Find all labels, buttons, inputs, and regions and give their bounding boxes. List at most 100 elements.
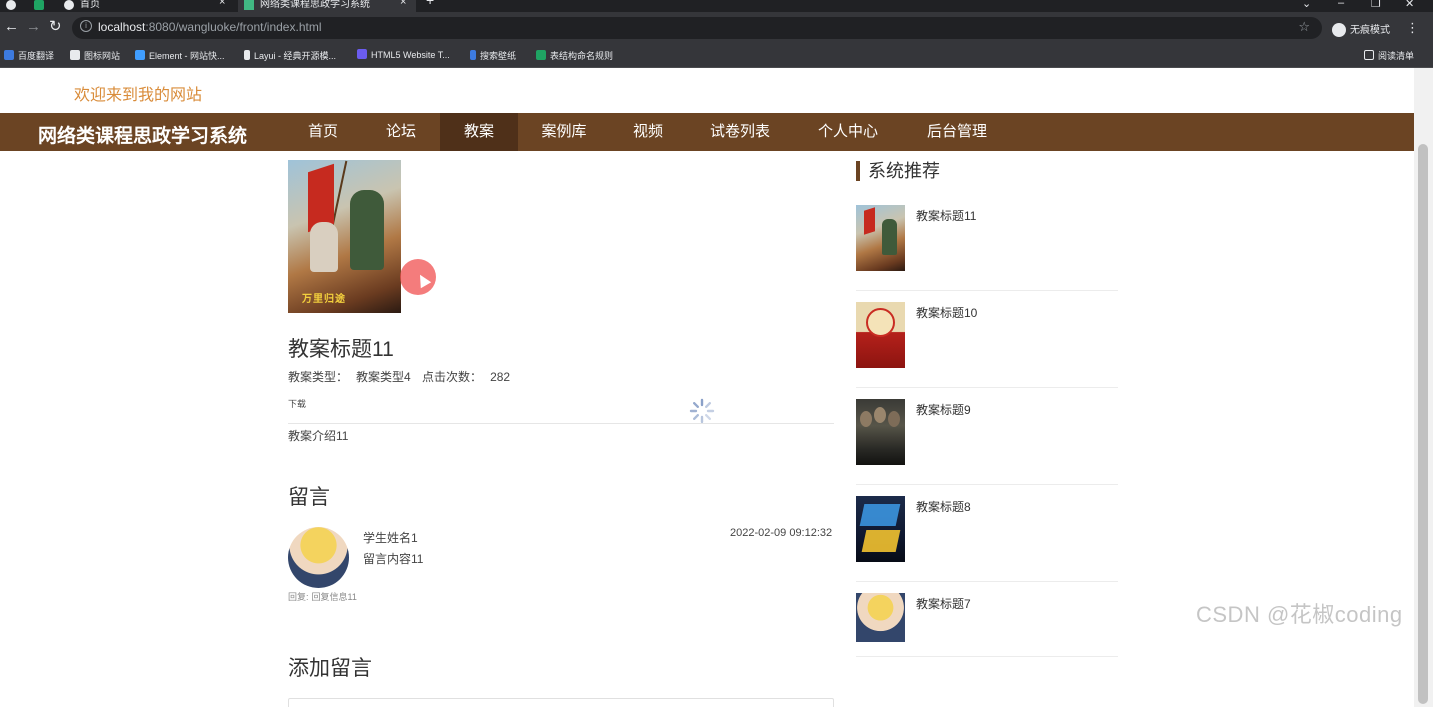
comment-textarea[interactable] [288, 698, 834, 707]
bookmark-item[interactable]: HTML5 Website T... [357, 49, 450, 60]
browser-tab[interactable]: 首页 × [64, 0, 234, 12]
tab-title: 首页 [80, 0, 100, 10]
thumb-flag [864, 207, 875, 235]
bookmark-item[interactable]: 表结构命名规则 [536, 49, 613, 62]
web-page: 欢迎来到我的网站 网络类课程思政学习系统 首页 论坛 教案 案例库 视频 试卷列… [0, 68, 1414, 707]
download-link[interactable]: 下载 [288, 397, 306, 410]
poster-caption: 万里归途 [302, 294, 346, 305]
comment-author: 学生姓名1 [363, 531, 418, 545]
nav-home[interactable]: 首页 [288, 113, 358, 151]
forward-icon[interactable]: → [26, 18, 41, 36]
site-title: 网络类课程思政学习系统 [38, 126, 248, 147]
bookmark-star-icon[interactable]: ☆ [1298, 19, 1310, 35]
sheets-icon [536, 50, 546, 60]
nav-admin[interactable]: 后台管理 [908, 113, 1006, 151]
reading-list[interactable]: 阅读清单 [1364, 49, 1414, 62]
comment-time: 2022-02-09 09:12:32 [730, 527, 833, 539]
browser-tab[interactable] [34, 0, 56, 12]
bookmark-item[interactable]: 百度翻译 [4, 49, 54, 62]
lesson-poster-image: 万里归途 [288, 160, 401, 313]
bookmark-item[interactable]: 搜索壁纸 [470, 49, 516, 62]
csdn-watermark: CSDN @花椒coding [1196, 602, 1403, 627]
bookmark-item[interactable]: Element - 网站快... [135, 49, 225, 62]
comment-content: 留言内容11 [363, 552, 424, 566]
recommend-thumbnail[interactable] [856, 593, 905, 642]
thumb-sun [866, 308, 895, 337]
reply-text: 回复信息11 [311, 592, 357, 602]
incognito-icon [1332, 23, 1346, 38]
maximize-icon[interactable]: ❐ [1371, 0, 1381, 10]
reply-label: 回复: [288, 592, 309, 602]
recommend-thumbnail[interactable] [856, 399, 905, 465]
recommend-thumbnail[interactable] [856, 302, 905, 368]
recommend-item[interactable]: 教案标题11 [856, 194, 1118, 291]
recommend-item[interactable]: 教案标题9 [856, 388, 1118, 485]
recommend-title[interactable]: 教案标题7 [916, 595, 971, 612]
page-scrollbar[interactable] [1414, 68, 1433, 707]
recommend-heading: 系统推荐 [856, 161, 940, 181]
vue-icon [244, 0, 254, 10]
back-icon[interactable]: ← [4, 18, 19, 36]
thumb-face [888, 411, 900, 427]
tab-search-icon[interactable]: ⌄ [1302, 0, 1311, 10]
flag-icon [70, 50, 80, 60]
nav-personal-center[interactable]: 个人中心 [796, 113, 900, 151]
recommend-item[interactable]: 教案标题8 [856, 485, 1118, 582]
globe-icon [64, 0, 74, 10]
recommend-thumbnail[interactable] [856, 496, 905, 562]
nav-videos[interactable]: 视频 [612, 113, 684, 151]
clicks-value: 282 [490, 370, 511, 384]
nav-lesson-plans[interactable]: 教案 [440, 113, 518, 151]
recommend-title[interactable]: 教案标题11 [916, 207, 976, 224]
recommend-item[interactable]: 教案标题10 [856, 291, 1118, 388]
comments-heading: 留言 [288, 486, 330, 509]
bookmark-item[interactable]: 图标网站 [70, 49, 120, 62]
new-tab-icon[interactable]: + [426, 0, 434, 8]
close-window-icon[interactable]: ✕ [1405, 0, 1414, 10]
tab-title: 网络类课程思政学习系统 [260, 0, 370, 10]
browser-tab[interactable] [6, 0, 28, 12]
wallpaper-icon [470, 50, 476, 60]
recommend-title[interactable]: 教案标题8 [916, 498, 971, 515]
incognito-indicator[interactable]: 无痕模式 [1332, 21, 1390, 38]
reload-icon[interactable]: ↻ [49, 18, 62, 36]
recommend-thumbnail[interactable] [856, 205, 905, 271]
layui-icon [244, 50, 250, 60]
type-value: 教案类型4 [356, 370, 411, 384]
thumb-face [860, 411, 872, 427]
thumb-title-art [859, 504, 901, 526]
element-icon [135, 50, 145, 60]
minimize-icon[interactable]: – [1338, 0, 1344, 9]
lesson-meta: 教案类型： 教案类型4 点击次数： 282 [288, 368, 518, 385]
clicks-label: 点击次数： [422, 370, 483, 384]
nav-forum[interactable]: 论坛 [366, 113, 436, 151]
sheets-icon [34, 0, 44, 10]
thumb-title-art [861, 530, 901, 552]
close-tab-icon[interactable]: × [219, 0, 225, 8]
translate-icon [4, 50, 14, 60]
bookmark-item[interactable]: Layui - 经典开源模... [244, 49, 336, 62]
nav-exam-list[interactable]: 试卷列表 [694, 113, 786, 151]
lesson-title: 教案标题11 [288, 338, 394, 361]
browser-toolbar: ← → ↻ i localhost:8080/wangluoke/front/i… [0, 12, 1433, 44]
recommend-title[interactable]: 教案标题10 [916, 304, 977, 321]
avatar [288, 527, 349, 588]
url-text[interactable]: localhost:8080/wangluoke/front/index.htm… [98, 20, 321, 34]
divider [288, 423, 834, 424]
recommend-item[interactable]: 教案标题7 [856, 582, 1118, 657]
add-comment-heading: 添加留言 [288, 657, 372, 680]
site-info-icon[interactable]: i [80, 20, 92, 32]
browser-tab-active[interactable]: 网络类课程思政学习系统 × [238, 0, 416, 12]
scrollbar-thumb[interactable] [1418, 144, 1428, 704]
bookmarks-bar: 百度翻译 图标网站 Element - 网站快... Layui - 经典开源模… [0, 44, 1433, 68]
top-navigation: 网络类课程思政学习系统 首页 论坛 教案 案例库 视频 试卷列表 个人中心 后台… [0, 113, 1414, 151]
close-tab-icon[interactable]: × [400, 0, 406, 8]
poster-figure [310, 222, 338, 272]
recommend-title[interactable]: 教案标题9 [916, 401, 971, 418]
address-bar[interactable]: i localhost:8080/wangluoke/front/index.h… [72, 17, 1322, 39]
loading-spinner-icon [689, 398, 715, 424]
nav-case-library[interactable]: 案例库 [526, 113, 602, 151]
reading-list-icon [1364, 50, 1374, 60]
browser-tabbar: 首页 × 网络类课程思政学习系统 × + ⌄ – ❐ ✕ [0, 0, 1433, 12]
browser-menu-icon[interactable]: ⋮ [1406, 20, 1419, 36]
